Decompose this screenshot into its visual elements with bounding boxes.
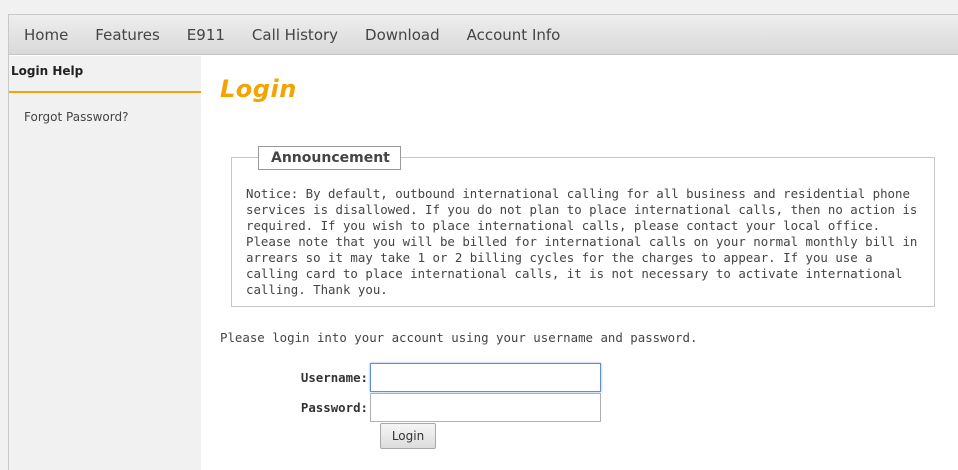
password-row: Password: bbox=[220, 393, 601, 422]
login-button[interactable]: Login bbox=[380, 423, 436, 449]
username-row: Username: bbox=[220, 363, 601, 392]
nav-home[interactable]: Home bbox=[24, 26, 68, 44]
forgot-password-link[interactable]: Forgot Password? bbox=[24, 110, 201, 124]
nav-call-history[interactable]: Call History bbox=[252, 26, 338, 44]
main-content: Login Announcement Notice: By default, o… bbox=[220, 75, 955, 449]
login-instructions: Please login into your account using you… bbox=[220, 330, 698, 345]
sidebar: Login Help Forgot Password? bbox=[9, 56, 201, 470]
password-input[interactable] bbox=[370, 393, 601, 422]
username-input[interactable] bbox=[370, 363, 601, 392]
sidebar-heading: Login Help bbox=[9, 56, 201, 93]
announcement-box: Announcement Notice: By default, outboun… bbox=[231, 146, 935, 307]
nav-features[interactable]: Features bbox=[95, 26, 160, 44]
password-label: Password: bbox=[300, 400, 368, 415]
page-title: Login bbox=[220, 75, 297, 103]
announcement-text: Notice: By default, outbound internation… bbox=[246, 186, 918, 297]
top-navigation: Home Features E911 Call History Download… bbox=[9, 15, 958, 55]
nav-download[interactable]: Download bbox=[365, 26, 440, 44]
announcement-legend: Announcement bbox=[258, 146, 401, 170]
nav-e911[interactable]: E911 bbox=[187, 26, 225, 44]
page-frame: Home Features E911 Call History Download… bbox=[8, 14, 958, 470]
username-label: Username: bbox=[300, 370, 368, 385]
nav-account-info[interactable]: Account Info bbox=[467, 26, 561, 44]
